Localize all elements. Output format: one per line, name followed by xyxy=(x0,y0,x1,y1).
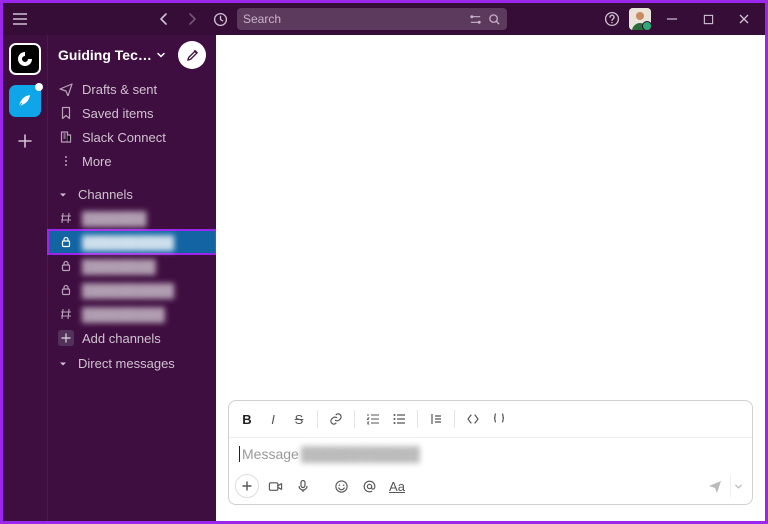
lock-icon xyxy=(58,234,74,250)
sidebar: Guiding Tec… Drafts & sent Saved items xyxy=(48,35,216,521)
bookmark-icon xyxy=(58,105,74,121)
filter-icon[interactable] xyxy=(469,13,482,26)
channels-header[interactable]: Channels xyxy=(48,181,216,206)
channel-item[interactable]: █████████ xyxy=(48,302,216,326)
audio-button[interactable] xyxy=(291,474,315,498)
send-button[interactable] xyxy=(702,475,728,497)
search-icon[interactable] xyxy=(488,13,501,26)
add-workspace-button[interactable] xyxy=(11,127,39,155)
format-codeblock-button[interactable] xyxy=(487,407,511,431)
main-pane: B I S xyxy=(216,35,765,521)
video-button[interactable] xyxy=(263,474,287,498)
channel-item[interactable]: ████████ xyxy=(48,254,216,278)
channel-item[interactable]: ██████████ xyxy=(48,278,216,302)
sidebar-item-label: Drafts & sent xyxy=(82,82,157,97)
workspace-name: Guiding Tec… xyxy=(58,47,152,63)
send-icon xyxy=(58,81,74,97)
format-bold-button[interactable]: B xyxy=(235,407,259,431)
separator xyxy=(317,410,318,428)
format-ordered-list-button[interactable] xyxy=(361,407,385,431)
lock-icon xyxy=(58,258,74,274)
format-strike-button[interactable]: S xyxy=(287,407,311,431)
channel-label: ██████████ xyxy=(82,283,174,298)
add-channels-label: Add channels xyxy=(82,331,161,346)
message-input[interactable]: Message ████████████ xyxy=(229,438,752,470)
format-italic-button[interactable]: I xyxy=(261,407,285,431)
workspace-1-button[interactable] xyxy=(9,43,41,75)
send-options-button[interactable] xyxy=(730,475,746,497)
add-channels-button[interactable]: Add channels xyxy=(48,326,216,350)
channel-item[interactable]: ███████ xyxy=(48,206,216,230)
channel-label: █████████ xyxy=(82,307,165,322)
caret-down-icon xyxy=(58,190,70,200)
window-maximize-button[interactable] xyxy=(693,8,723,30)
window-minimize-button[interactable] xyxy=(657,8,687,30)
workspace-2-button[interactable] xyxy=(9,85,41,117)
channel-label: ████████ xyxy=(82,259,156,274)
history-button[interactable] xyxy=(209,8,231,30)
chevron-down-icon xyxy=(156,50,166,60)
sidebar-item-label: More xyxy=(82,154,112,169)
mention-button[interactable] xyxy=(357,474,381,498)
separator xyxy=(454,410,455,428)
plus-icon xyxy=(58,330,74,346)
titlebar: Search xyxy=(3,3,765,35)
search-placeholder: Search xyxy=(243,12,281,26)
section-label: Channels xyxy=(78,187,133,202)
section-label: Direct messages xyxy=(78,356,175,371)
message-composer: B I S xyxy=(228,400,753,505)
lock-icon xyxy=(58,282,74,298)
direct-messages-header[interactable]: Direct messages xyxy=(48,350,216,375)
format-quote-button[interactable] xyxy=(424,407,448,431)
caret-down-icon xyxy=(58,359,70,369)
format-link-button[interactable] xyxy=(324,407,348,431)
sidebar-item-label: Slack Connect xyxy=(82,130,166,145)
help-button[interactable] xyxy=(601,8,623,30)
format-toolbar: B I S xyxy=(229,401,752,438)
message-placeholder: Message xyxy=(242,446,299,462)
separator xyxy=(417,410,418,428)
nav-forward-button[interactable] xyxy=(181,8,203,30)
compose-button[interactable] xyxy=(178,41,206,69)
building-icon xyxy=(58,129,74,145)
emoji-button[interactable] xyxy=(329,474,353,498)
separator xyxy=(354,410,355,428)
user-avatar[interactable] xyxy=(629,8,651,30)
nav-back-button[interactable] xyxy=(153,8,175,30)
text-cursor xyxy=(239,446,240,462)
hamburger-menu[interactable] xyxy=(9,8,31,30)
message-placeholder-channel: ████████████ xyxy=(301,446,420,462)
channel-item[interactable]: ██████████ xyxy=(48,230,216,254)
window-close-button[interactable] xyxy=(729,8,759,30)
format-code-button[interactable] xyxy=(461,407,485,431)
hash-icon xyxy=(58,306,74,322)
message-list xyxy=(216,35,765,400)
channel-label: ██████████ xyxy=(82,235,174,250)
search-input[interactable]: Search xyxy=(237,8,507,30)
sidebar-section-channels: Channels ███████ ██████████ ████████ ███… xyxy=(48,181,216,350)
more-icon xyxy=(58,153,74,169)
formatting-toggle-button[interactable]: Aa xyxy=(385,474,409,498)
sidebar-item-drafts[interactable]: Drafts & sent xyxy=(48,77,216,101)
sidebar-item-saved[interactable]: Saved items xyxy=(48,101,216,125)
sidebar-item-label: Saved items xyxy=(82,106,154,121)
hash-icon xyxy=(58,210,74,226)
attach-button[interactable] xyxy=(235,474,259,498)
app-window: Search xyxy=(3,3,765,521)
sidebar-item-connect[interactable]: Slack Connect xyxy=(48,125,216,149)
composer-bottom-bar: Aa xyxy=(229,470,752,504)
sidebar-item-more[interactable]: More xyxy=(48,149,216,173)
format-bullet-list-button[interactable] xyxy=(387,407,411,431)
workspace-rail xyxy=(3,35,48,521)
workspace-header[interactable]: Guiding Tec… xyxy=(48,35,216,75)
channel-label: ███████ xyxy=(82,211,146,226)
